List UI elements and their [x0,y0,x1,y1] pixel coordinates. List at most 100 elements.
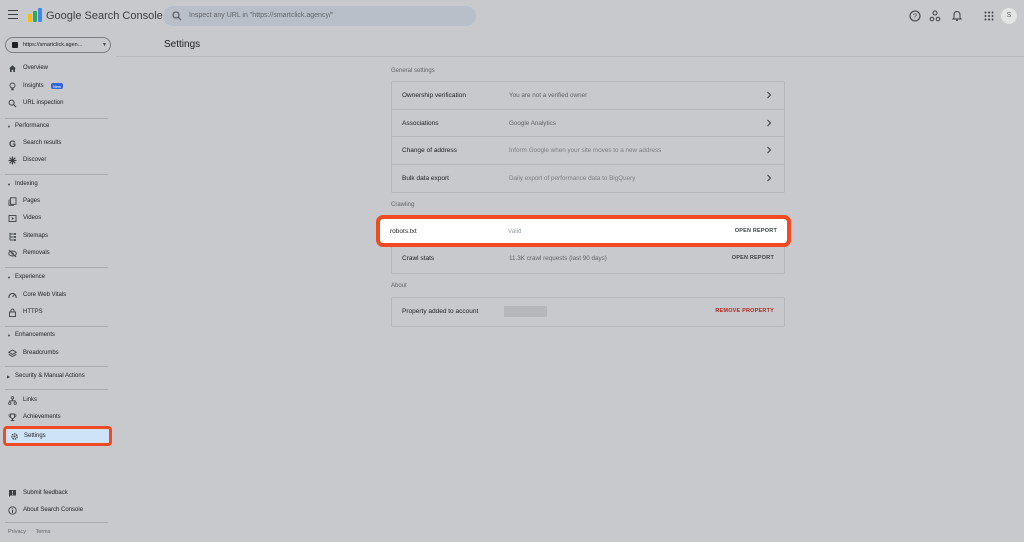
video-icon [8,215,17,222]
ownership-verification-row[interactable]: Ownership verification You are not a ver… [392,82,784,110]
hamburger-menu-icon[interactable] [8,10,18,19]
row-value: Inform Google when your site moves to a … [509,147,662,154]
row-value: Valid [508,228,522,235]
info-icon [8,506,17,515]
sidebar-item-overview[interactable]: Overview [0,61,112,76]
property-added-row: Property added to account REMOVE PROPERT… [392,298,784,326]
sidebar-item-https[interactable]: HTTPS [0,305,112,320]
google-g-icon: G [9,139,16,148]
sidebar-item-url-inspection[interactable]: URL inspection [0,96,112,111]
sidebar-item-label: Submit feedback [23,490,68,496]
property-url: https://smartclick.agen... [23,42,83,48]
brand-name: Google Search Console [46,10,163,22]
sidebar-divider [5,389,108,390]
sidebar-item-label: Pages [23,198,41,204]
chevron-right-icon [767,91,772,99]
redacted-value [504,306,547,317]
row-value: Google Analytics [509,119,556,127]
row-key: Associations [402,119,439,127]
remove-property-button[interactable]: REMOVE PROPERTY [715,308,774,314]
sidebar-item-label: Discover [23,157,47,163]
privacy-link[interactable]: Privacy [8,529,26,535]
sidebar-item-search-results[interactable]: G Search results [0,136,112,151]
sidebar-divider [5,174,108,175]
avatar-letter: S [1006,12,1012,19]
sidebar-item-submit-feedback[interactable]: Submit feedback [0,486,112,501]
general-settings-card: Ownership verification You are not a ver… [391,81,785,193]
new-badge: New [51,83,64,89]
sidebar-divider [5,522,108,523]
property-selector[interactable]: https://smartclick.agen... ▼ [5,37,111,53]
sidebar-item-label: Videos [23,215,42,221]
sidebar-item-videos[interactable]: Videos [0,211,112,226]
chevron-right-icon [767,174,772,181]
account-avatar[interactable]: S [1001,8,1017,24]
lightbulb-icon [9,82,16,91]
row-value: You are not a verified owner [509,92,588,99]
sidebar-item-label: Breadcrumbs [23,350,59,356]
sidebar-item-label: URL inspection [23,100,64,106]
sidebar-item-label: Settings [24,432,46,439]
sidebar-item-label: Sitemaps [23,233,49,239]
sidebar-divider [5,118,108,119]
apps-grid-icon[interactable] [983,10,995,22]
bulk-data-export-row[interactable]: Bulk data export Daily export of perform… [392,165,784,193]
help-icon[interactable]: ? [909,10,921,22]
section-security-manual-actions[interactable]: ▶ Security & Manual Actions [0,371,112,383]
search-console-logo-icon [28,8,42,22]
pages-icon [8,197,17,206]
collapse-arrow-icon: ▼ [7,124,11,129]
terms-link[interactable]: Terms [35,529,50,535]
section-enhancements[interactable]: ▼ Enhancements [0,330,112,342]
open-report-button[interactable]: OPEN REPORT [735,228,777,234]
section-title: Experience [15,274,46,280]
sidebar-item-links[interactable]: Links [0,393,112,408]
asterisk-icon [8,156,17,165]
row-key: Change of address [402,147,457,154]
gear-icon [11,433,18,440]
trophy-icon [8,413,17,421]
sidebar-item-label: Core Web Vitals [23,292,67,298]
sidebar-item-removals[interactable]: Removals [0,246,112,261]
sidebar-item-settings[interactable]: Settings [3,426,112,446]
sidebar-item-sitemaps[interactable]: Sitemaps [0,229,112,244]
sidebar-item-achievements[interactable]: Achievements [0,410,112,425]
home-icon [9,65,16,72]
users-permissions-icon[interactable] [929,10,941,22]
collapse-arrow-icon: ▼ [7,333,11,338]
section-performance[interactable]: ▼ Performance [0,121,112,133]
sidebar-divider [5,366,108,367]
layers-icon [8,349,17,358]
sidebar-item-discover[interactable]: Discover [0,153,112,168]
search-placeholder: Inspect any URL in "https://smartclick.a… [189,12,334,19]
visibility-off-icon [8,249,17,258]
row-key: robots.txt [390,228,417,235]
collapse-arrow-icon: ▼ [7,182,11,187]
about-card: Property added to account REMOVE PROPERT… [391,297,785,327]
row-key: Bulk data export [402,174,449,182]
section-experience[interactable]: ▼ Experience [0,272,112,284]
sidebar-divider [5,326,108,327]
sidebar-item-label: Search results [23,140,62,146]
notifications-bell-icon[interactable] [951,10,963,22]
section-indexing[interactable]: ▼ Indexing [0,179,112,191]
sidebar-item-insights[interactable]: Insights New [0,79,112,94]
associations-row[interactable]: Associations Google Analytics [392,110,784,137]
header-divider [116,56,1024,57]
sidebar-item-about[interactable]: About Search Console [0,503,112,518]
row-value: 11.3K crawl requests (last 90 days) [509,255,607,262]
crawl-stats-row[interactable]: Crawl stats 11.3K crawl requests (last 9… [392,245,784,273]
section-title: Enhancements [15,332,56,338]
expand-arrow-icon: ▶ [7,374,11,379]
sidebar-item-breadcrumbs[interactable]: Breadcrumbs [0,346,112,361]
open-report-button[interactable]: OPEN REPORT [732,255,774,261]
change-of-address-row[interactable]: Change of address Inform Google when you… [392,137,784,165]
link-network-icon [8,396,17,405]
robots-txt-row[interactable]: robots.txt Valid OPEN REPORT [376,215,791,247]
sidebar-item-core-web-vitals[interactable]: Core Web Vitals [0,288,112,303]
url-inspection-search[interactable]: Inspect any URL in "https://smartclick.a… [163,6,476,26]
sidebar-item-pages[interactable]: Pages [0,194,112,209]
sitemap-icon [9,232,16,241]
search-icon [8,99,17,108]
sidebar-item-label: HTTPS [23,309,43,315]
